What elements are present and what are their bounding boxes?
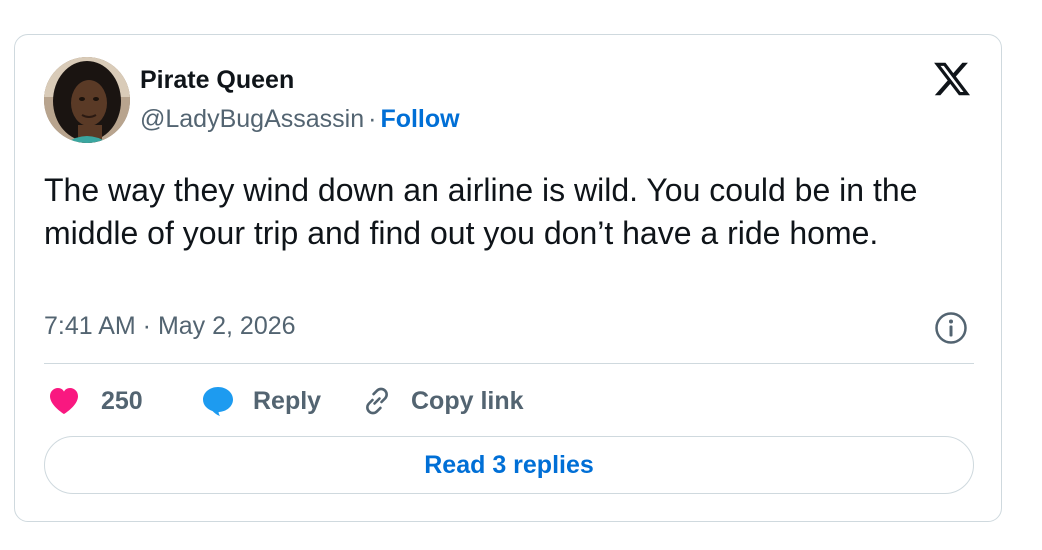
heart-icon bbox=[49, 387, 79, 415]
speech-bubble-icon bbox=[201, 385, 235, 417]
x-logo-icon[interactable] bbox=[932, 59, 972, 99]
author-handle-row: @LadyBugAssassin · Follow bbox=[140, 105, 460, 134]
read-replies-button[interactable]: Read 3 replies bbox=[44, 436, 974, 494]
handle-separator: · bbox=[368, 105, 377, 133]
avatar[interactable] bbox=[44, 57, 130, 143]
like-count: 250 bbox=[101, 386, 143, 415]
divider bbox=[44, 363, 974, 364]
follow-button[interactable]: Follow bbox=[380, 105, 459, 133]
author-handle[interactable]: @LadyBugAssassin bbox=[140, 105, 364, 133]
tweet-text: The way they wind down an airline is wil… bbox=[44, 172, 918, 251]
tweet-timestamp[interactable]: 7:41 AM · May 2, 2026 bbox=[44, 312, 296, 341]
info-icon[interactable] bbox=[934, 311, 968, 345]
copy-link-button[interactable]: Copy link bbox=[361, 381, 524, 421]
reply-label: Reply bbox=[253, 386, 322, 415]
copy-link-label: Copy link bbox=[411, 386, 524, 415]
reply-button[interactable]: Reply bbox=[201, 381, 321, 421]
author-name[interactable]: Pirate Queen bbox=[140, 66, 294, 95]
tweet-card: Pirate Queen @LadyBugAssassin · Follow The… bbox=[14, 34, 1002, 522]
link-icon bbox=[361, 385, 393, 417]
like-button[interactable]: 250 bbox=[49, 381, 143, 421]
avatar-image bbox=[44, 57, 130, 143]
